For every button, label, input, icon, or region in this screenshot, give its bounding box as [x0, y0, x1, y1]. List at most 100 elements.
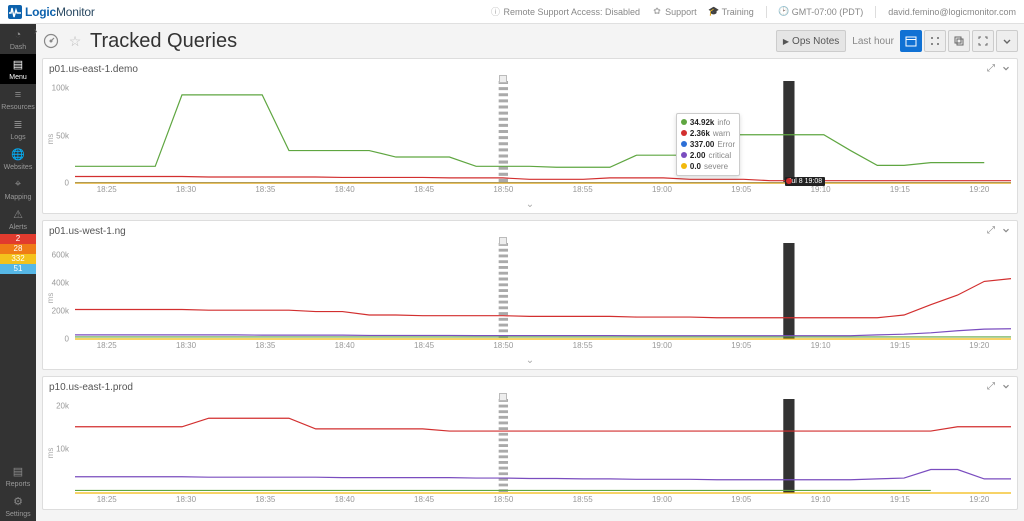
chart-area[interactable]: p01.us-east-1.demo ⤢ ms050k100k18:2518:3…	[36, 58, 1024, 521]
x-tick: 19:10	[811, 341, 831, 350]
expand-chart-icon[interactable]: ⤢	[987, 225, 995, 238]
y-tick: 10k	[56, 445, 69, 454]
sidebar-item-alerts[interactable]: ⚠Alerts	[0, 204, 36, 234]
x-tick: 18:55	[573, 495, 593, 504]
alert-count[interactable]: 2	[0, 234, 36, 244]
divider	[766, 6, 767, 18]
x-tick: 19:05	[731, 185, 751, 194]
chart-title: p10.us-east-1.prod	[49, 382, 133, 393]
copy-button[interactable]	[948, 30, 970, 52]
chevron-down-icon[interactable]: ⌄	[526, 199, 534, 210]
x-tick: 19:15	[890, 185, 910, 194]
y-tick: 400k	[52, 279, 69, 288]
alert-count[interactable]: 51	[0, 264, 36, 274]
nav-label: Reports	[6, 481, 31, 488]
divider	[875, 6, 876, 18]
grid-view-button[interactable]	[924, 30, 946, 52]
nav-icon: ≣	[11, 118, 25, 132]
x-tick: 19:10	[811, 185, 831, 194]
x-tick: 19:10	[811, 495, 831, 504]
chevron-down-icon[interactable]: ⌄	[526, 355, 534, 366]
remote-support-status: ⓘ Remote Support Access: Disabled	[490, 7, 640, 17]
sidebar-item-menu[interactable]: ▤Menu	[0, 54, 36, 84]
sidebar-item-logs[interactable]: ≣ Logs	[0, 114, 36, 144]
nav-icon: 🌐	[11, 148, 25, 162]
ops-note-marker[interactable]	[499, 75, 507, 83]
x-tick: 18:40	[335, 495, 355, 504]
training-link[interactable]: 🎓 Training	[709, 7, 754, 17]
chart-plot[interactable]: ms0200k400k600k18:2518:3018:3518:4018:45…	[43, 241, 1017, 355]
clock-icon: 🕑	[779, 7, 789, 17]
star-icon[interactable]: ☆	[66, 32, 84, 50]
alert-count[interactable]: 332	[0, 254, 36, 264]
alert-count[interactable]: 28	[0, 244, 36, 254]
sidebar-item-dash[interactable]: ◔ Dash	[0, 24, 36, 54]
nav-icon: ◔	[11, 28, 25, 42]
expand-chart-icon[interactable]: ⤢	[987, 381, 995, 394]
alert-count-stack[interactable]: 22833251	[0, 234, 36, 274]
x-tick: 18:50	[493, 495, 513, 504]
x-tick: 18:30	[176, 185, 196, 194]
calendar-button[interactable]	[900, 30, 922, 52]
expand-sidebar-button[interactable]: ›	[34, 26, 44, 40]
topbar: LogicMonitor ⓘ Remote Support Access: Di…	[0, 0, 1024, 24]
time-range-label[interactable]: Last hour	[848, 36, 898, 47]
nav-label: Mapping	[5, 194, 32, 201]
y-tick: 50k	[56, 131, 69, 140]
x-tick: 18:50	[493, 341, 513, 350]
x-tick: 18:35	[255, 185, 275, 194]
y-tick: 20k	[56, 401, 69, 410]
x-tick: 19:05	[731, 341, 751, 350]
nav-label: Alerts	[9, 224, 27, 231]
x-tick: 19:00	[652, 341, 672, 350]
y-tick: 200k	[52, 307, 69, 316]
x-tick: 18:35	[255, 341, 275, 350]
x-tick: 19:15	[890, 341, 910, 350]
x-tick: 18:55	[573, 185, 593, 194]
nav-label: Dash	[10, 44, 26, 51]
nav-icon: ⌖	[11, 178, 25, 192]
x-tick: 18:35	[255, 495, 275, 504]
chart-menu-icon[interactable]	[1001, 63, 1011, 76]
nav-label: Logs	[10, 134, 25, 141]
ops-note-marker[interactable]	[499, 237, 507, 245]
chart-menu-icon[interactable]	[1001, 381, 1011, 394]
x-tick: 18:40	[335, 341, 355, 350]
sidebar-item-websites[interactable]: 🌐Websites	[0, 144, 36, 174]
sidebar-item-settings[interactable]: ⚙Settings	[0, 491, 36, 521]
chart-card: p01.us-east-1.demo ⤢ ms050k100k18:2518:3…	[42, 58, 1018, 214]
y-tick: 600k	[52, 251, 69, 260]
logo-text: LogicMonitor	[25, 5, 95, 19]
ops-note-marker[interactable]	[499, 393, 507, 401]
y-tick: 0	[65, 335, 69, 344]
chart-title: p01.us-west-1.ng	[49, 226, 126, 237]
x-tick: 19:00	[652, 495, 672, 504]
fullscreen-button[interactable]	[972, 30, 994, 52]
more-menu-button[interactable]	[996, 30, 1018, 52]
dashboard-icon[interactable]	[42, 32, 60, 50]
sidebar-item-reports[interactable]: ▤Reports	[0, 461, 36, 491]
cursor-point-marker	[786, 178, 792, 184]
expand-chart-icon[interactable]: ⤢	[987, 63, 995, 76]
info-icon: ⓘ	[490, 7, 500, 17]
x-tick: 19:20	[969, 185, 989, 194]
x-tick: 18:50	[493, 185, 513, 194]
x-tick: 18:45	[414, 185, 434, 194]
sidebar: › ◔Dash▤Menu≡Resources≣Logs🌐Websites⌖Map…	[0, 24, 36, 521]
x-tick: 18:30	[176, 341, 196, 350]
sidebar-item-mapping[interactable]: ⌖ Mapping	[0, 174, 36, 204]
logo[interactable]: LogicMonitor	[8, 5, 95, 19]
sidebar-item-resources[interactable]: ≡Resources	[0, 84, 36, 114]
chart-plot[interactable]: ms050k100k18:2518:3018:3518:4018:4518:50…	[43, 79, 1017, 199]
chart-plot[interactable]: ms10k20k18:2518:3018:3518:4018:4518:5018…	[43, 397, 1017, 509]
x-tick: 18:25	[97, 495, 117, 504]
x-tick: 18:45	[414, 495, 434, 504]
chart-menu-icon[interactable]	[1001, 225, 1011, 238]
support-link[interactable]: ✿ Support	[652, 7, 697, 17]
user-menu[interactable]: david.femino@logicmonitor.com	[888, 7, 1016, 17]
nav-label: Menu	[9, 74, 27, 81]
y-tick: 100k	[52, 84, 69, 93]
page-title: Tracked Queries	[90, 30, 237, 53]
ops-notes-button[interactable]: ▶Ops Notes	[776, 30, 846, 52]
timezone-label[interactable]: 🕑 GMT-07:00 (PDT)	[779, 7, 864, 17]
